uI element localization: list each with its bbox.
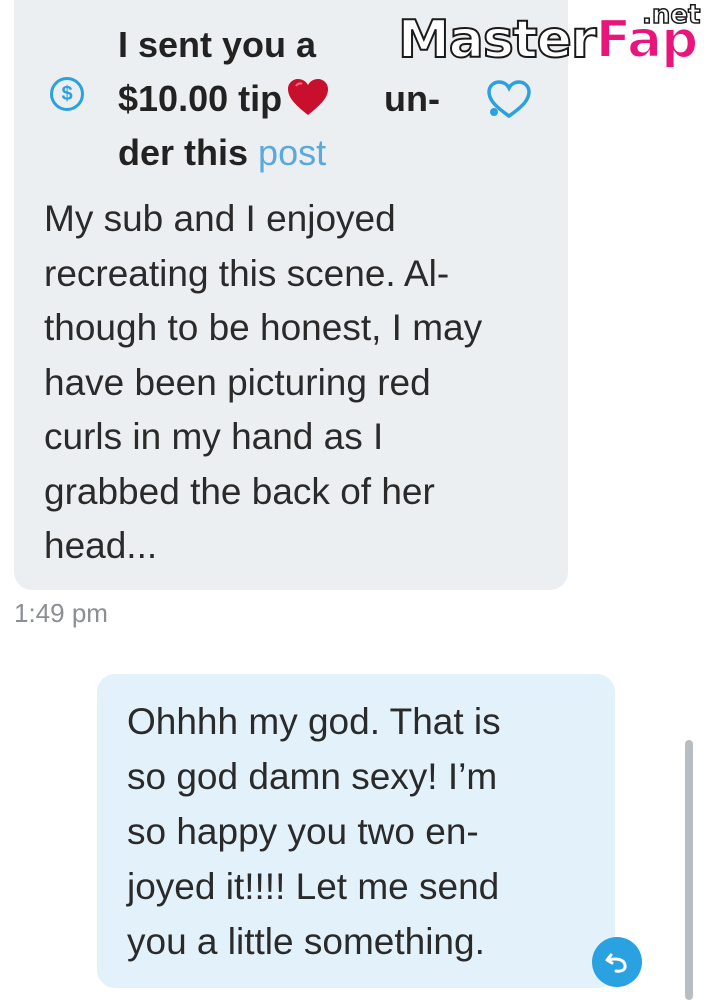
tip-line-3-text: der this <box>118 132 249 173</box>
dollar-circle-icon: $ <box>50 77 84 111</box>
outgoing-line: so god damn sexy! I’m <box>127 756 498 797</box>
outgoing-line: so happy you two en- <box>127 811 479 852</box>
outgoing-line: you a little something. <box>127 921 485 962</box>
incoming-line: though to be honest, I may <box>44 307 483 348</box>
red-heart-icon <box>288 79 329 115</box>
incoming-line: recreating this scene. Al- <box>44 252 450 294</box>
scrollbar[interactable] <box>685 740 693 1000</box>
incoming-line: head... <box>44 525 158 566</box>
message-timestamp: 1:49 pm <box>14 598 108 628</box>
incoming-line: grabbed the back of her <box>44 470 435 512</box>
reply-icon <box>605 953 627 973</box>
outgoing-message-text: Ohhhh my god. That is so god damn sexy! … <box>127 694 587 969</box>
outgoing-line: joyed it!!!! Let me send <box>127 866 500 907</box>
outgoing-line: Ohhhh my god. That is <box>127 701 501 742</box>
watermark-main: Master <box>397 9 598 71</box>
incoming-line: My sub and I enjoyed <box>44 198 396 239</box>
post-link[interactable]: post <box>258 132 326 173</box>
watermark-suffix: .net <box>641 0 701 31</box>
tip-amount: $10.00 tip <box>118 78 283 119</box>
outline-heart-icon[interactable] <box>484 78 534 120</box>
incoming-message-text: My sub and I enjoyed recreating this sce… <box>44 192 544 574</box>
reply-button[interactable] <box>592 937 642 987</box>
tip-line-3: der this post <box>118 126 458 180</box>
watermark-logo: MasterFap .net <box>397 0 704 84</box>
incoming-line: curls in my hand as I <box>44 416 384 457</box>
incoming-line: have been picturing red <box>44 361 431 403</box>
